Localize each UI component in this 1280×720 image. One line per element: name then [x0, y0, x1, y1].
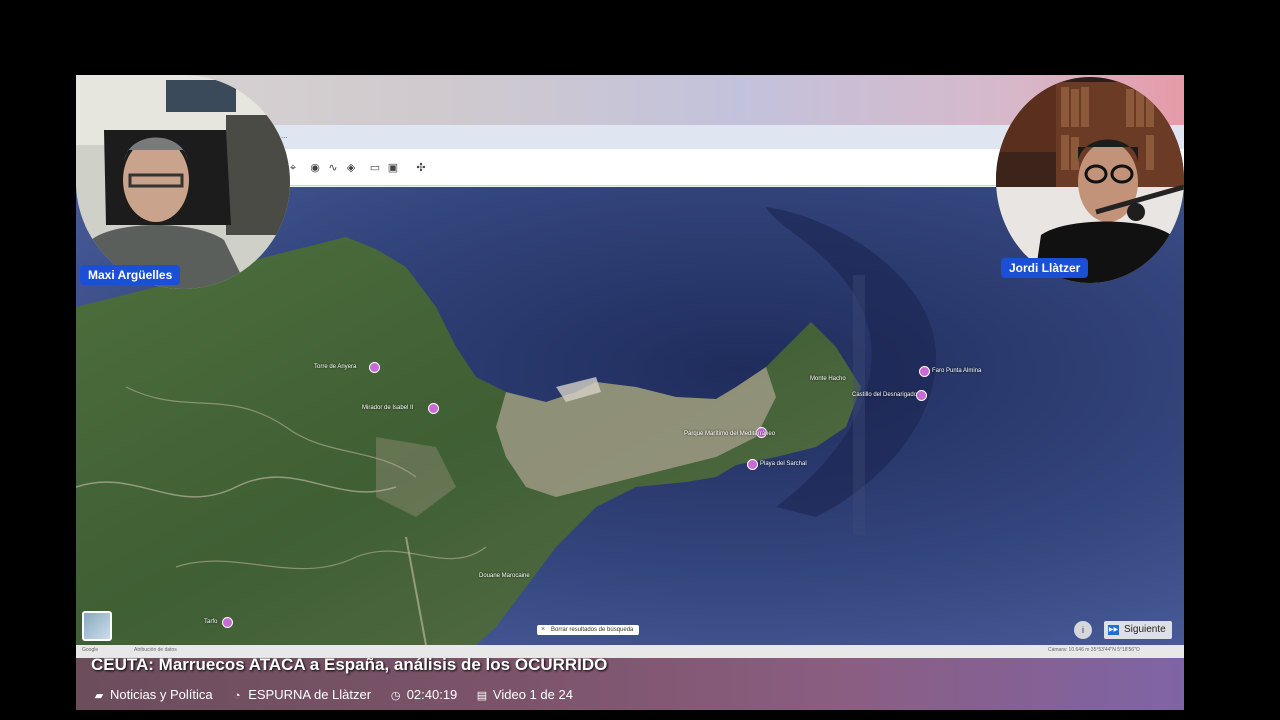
path-icon[interactable]: ∿ — [326, 161, 340, 175]
channel-meta: ◔ ESPURNA de Llàtzer — [230, 687, 371, 702]
channel-label: ESPURNA de Llàtzer — [248, 687, 372, 702]
poi-label: Castillo del Desnarigado — [852, 392, 918, 398]
polygon-icon[interactable]: ◈ — [344, 161, 358, 175]
duration-label: 02:40:19 — [406, 687, 458, 702]
user-icon: ◔ — [233, 690, 241, 702]
folder-icon: ▰ — [94, 690, 104, 702]
video-meta: ▰ Noticias y Política ◔ ESPURNA de Llàtzer… — [92, 687, 587, 702]
duration-meta: ◷ 02:40:19 — [389, 687, 458, 702]
poi-label: Tarfo — [204, 619, 218, 625]
poi-label: Douane Marocaine — [479, 573, 530, 579]
next-icon: ▶▶ — [1108, 625, 1119, 635]
poi-marker[interactable] — [916, 390, 927, 401]
info-icon[interactable]: i — [1074, 621, 1092, 639]
status-attribution[interactable]: Atribución de datos — [134, 647, 177, 653]
next-video-button[interactable]: ▶▶ Siguiente — [1104, 621, 1172, 639]
playlist-icon: ▤ — [476, 690, 488, 702]
close-icon: × — [541, 626, 546, 633]
video-info-bar: CEUTA: Marruecos ATACA a España, análisi… — [76, 655, 1184, 710]
layers-toggle[interactable] — [82, 611, 112, 641]
status-camera: Cámara: 10.646 m 35°53'44"N 5°18'56"O — [1048, 647, 1140, 653]
position-meta: ▤ Video 1 de 24 — [475, 687, 573, 702]
position-label: Video 1 de 24 — [492, 687, 573, 702]
participant-name-right: Jordi Llàtzer — [1001, 258, 1089, 278]
ruler-icon[interactable]: ▭ — [368, 161, 382, 175]
video-title: CEUTA: Marruecos ATACA a España, análisi… — [91, 655, 608, 674]
clear-search-button[interactable]: × Borrar resultados de búsqueda — [537, 625, 640, 635]
category-meta: ▰ Noticias y Política — [92, 687, 213, 702]
clock-icon: ◷ — [390, 690, 401, 702]
poi-label: Playa del Sarchal — [760, 461, 807, 467]
next-label: Siguiente — [1124, 624, 1166, 635]
poi-label: Torre de Anyera — [314, 364, 357, 370]
capture-icon[interactable]: ✣ — [414, 161, 428, 175]
poi-label: Parque Marítimo del Mediterráneo — [684, 431, 776, 437]
poi-label: Mirador de Isabel II — [362, 405, 414, 411]
url-text: ... — [281, 131, 288, 140]
clear-search-label: Borrar resultados de búsqueda — [551, 627, 634, 633]
placemark-icon[interactable]: ◉ — [308, 161, 322, 175]
poi-marker[interactable] — [428, 403, 439, 414]
poi-marker[interactable] — [919, 366, 930, 377]
participant-name-left: Maxi Argüelles — [80, 265, 181, 285]
webcam-right — [996, 77, 1184, 283]
status-google: Google — [82, 647, 99, 653]
player-controls: i ▶▶ Siguiente — [1074, 621, 1182, 641]
image-icon[interactable]: ▣ — [386, 161, 400, 175]
poi-label: Faro Punta Almina — [932, 368, 982, 374]
category-label: Noticias y Política — [110, 687, 213, 702]
poi-marker[interactable] — [747, 459, 758, 470]
webcam-left — [76, 75, 290, 289]
poi-marker[interactable] — [369, 362, 380, 373]
poi-label: Monte Hacho — [810, 376, 846, 382]
poi-marker[interactable] — [222, 617, 233, 628]
